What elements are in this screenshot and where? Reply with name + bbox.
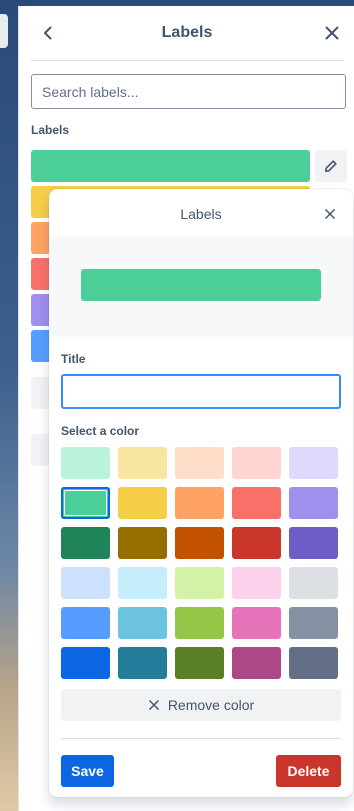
color-swatch[interactable] xyxy=(61,447,110,479)
color-swatch[interactable] xyxy=(61,607,110,639)
color-swatch[interactable] xyxy=(232,487,281,519)
color-swatch[interactable] xyxy=(175,607,224,639)
color-swatch[interactable] xyxy=(118,527,167,559)
color-swatch[interactable] xyxy=(118,647,167,679)
color-swatch[interactable] xyxy=(289,607,338,639)
color-swatch[interactable] xyxy=(232,607,281,639)
search-labels-input[interactable] xyxy=(31,74,346,109)
edit-label-button[interactable] xyxy=(315,150,347,182)
label-preview xyxy=(81,269,321,301)
header-divider xyxy=(31,60,344,61)
color-swatch[interactable] xyxy=(175,447,224,479)
color-field-label: Select a color xyxy=(61,424,140,438)
color-swatch[interactable] xyxy=(175,487,224,519)
color-swatch[interactable] xyxy=(175,647,224,679)
color-swatch[interactable] xyxy=(232,527,281,559)
edit-popover-title: Labels xyxy=(180,206,222,222)
color-swatch[interactable] xyxy=(289,527,338,559)
color-swatch[interactable] xyxy=(61,487,110,519)
colorblind-mode-button[interactable] xyxy=(31,434,51,466)
color-swatch[interactable] xyxy=(175,527,224,559)
color-swatch[interactable] xyxy=(61,567,110,599)
close-icon xyxy=(325,26,339,40)
delete-button[interactable]: Delete xyxy=(276,755,341,787)
close-button[interactable] xyxy=(319,20,345,46)
label-item[interactable] xyxy=(31,150,310,182)
color-swatch[interactable] xyxy=(118,607,167,639)
remove-color-label: Remove color xyxy=(167,697,255,713)
pencil-icon xyxy=(324,160,337,173)
label-title-input[interactable] xyxy=(61,374,341,409)
color-swatch[interactable] xyxy=(289,567,338,599)
popover-title: Labels xyxy=(161,24,213,41)
color-swatch[interactable] xyxy=(232,447,281,479)
save-button[interactable]: Save xyxy=(61,755,114,787)
color-swatch[interactable] xyxy=(232,647,281,679)
color-swatch[interactable] xyxy=(289,647,338,679)
labels-heading: Labels xyxy=(31,123,70,137)
x-icon xyxy=(148,700,159,710)
close-icon xyxy=(325,209,335,219)
color-palette xyxy=(61,447,341,679)
color-swatch[interactable] xyxy=(61,527,110,559)
color-swatch[interactable] xyxy=(289,447,338,479)
color-swatch[interactable] xyxy=(232,567,281,599)
color-swatch[interactable] xyxy=(118,447,167,479)
color-swatch[interactable] xyxy=(118,487,167,519)
board-menu-chip[interactable] xyxy=(0,14,8,48)
create-label-button[interactable] xyxy=(31,377,51,409)
edit-label-popover: Labels Title Select a color Remove color… xyxy=(49,189,353,797)
color-swatch[interactable] xyxy=(175,567,224,599)
label-preview-area xyxy=(49,237,353,337)
edit-popover-close-button[interactable] xyxy=(319,203,341,225)
color-swatch[interactable] xyxy=(61,647,110,679)
color-swatch[interactable] xyxy=(289,487,338,519)
remove-color-button[interactable]: Remove color xyxy=(61,689,341,721)
labels-popover-header: Labels xyxy=(19,6,354,60)
footer-divider xyxy=(61,738,341,739)
title-field-label: Title xyxy=(61,352,86,366)
color-swatch[interactable] xyxy=(118,567,167,599)
